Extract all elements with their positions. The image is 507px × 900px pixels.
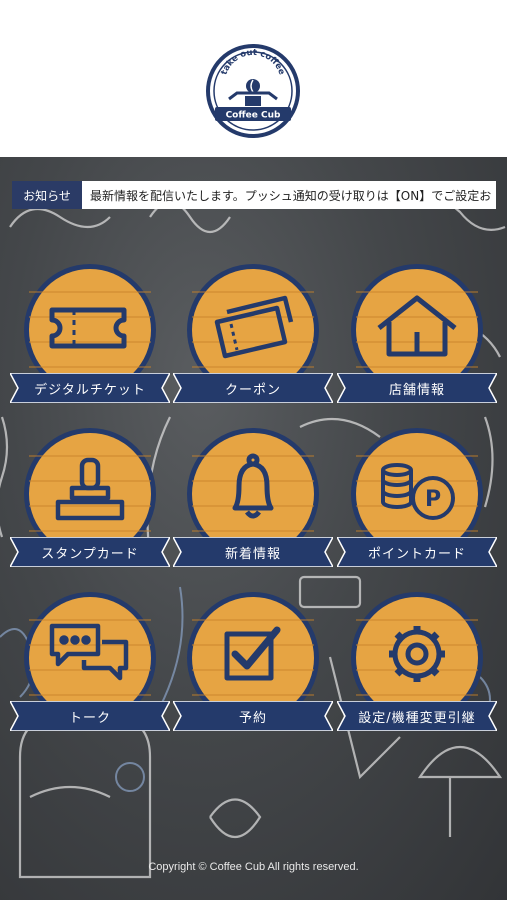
notice-marquee-text: 最新情報を配信いたします。プッシュ通知の受け取りは【ON】でご設定お [90, 188, 492, 203]
menu-label: 予約 [238, 710, 267, 726]
menu-label: トーク [68, 710, 111, 726]
menu-label: 新着情報 [224, 546, 281, 562]
menu-talk-button[interactable]: トーク [10, 590, 170, 740]
menu-settings-button[interactable]: 設定/機種変更引継 [337, 590, 497, 740]
menu-stamp-card-button[interactable]: スタンプカード [10, 426, 170, 576]
ribbon-banner: ポイントカード [337, 537, 497, 567]
menu-label: スタンプカード [41, 546, 139, 562]
menu-label: 店舗情報 [388, 382, 445, 398]
menu-digital-ticket-button[interactable]: デジタルチケット [10, 262, 170, 412]
svg-text:P: P [425, 487, 441, 512]
menu-label: クーポン [224, 382, 281, 398]
menu-label: 設定/機種変更引継 [358, 710, 476, 726]
ribbon-banner: クーポン [173, 373, 333, 403]
menu-point-card-button[interactable]: P ポイントカード [337, 426, 497, 576]
ribbon-banner: 予約 [173, 701, 333, 731]
notice-bar[interactable]: お知らせ 最新情報を配信いたします。プッシュ通知の受け取りは【ON】でご設定お [12, 181, 496, 209]
ribbon-banner: 設定/機種変更引継 [337, 701, 497, 731]
app-header: take out coffee Coffee Cub [0, 0, 507, 157]
menu-label: デジタルチケット [34, 382, 146, 398]
menu-store-info-button[interactable]: 店舗情報 [337, 262, 497, 412]
ribbon-banner: スタンプカード [10, 537, 170, 567]
logo-brand-text: Coffee Cub [226, 111, 281, 121]
ribbon-banner: 新着情報 [173, 537, 333, 567]
menu-news-button[interactable]: 新着情報 [173, 426, 333, 576]
menu-label: ポイントカード [367, 546, 466, 562]
ribbon-banner: 店舗情報 [337, 373, 497, 403]
notice-label: お知らせ [12, 181, 82, 209]
coffee-cub-logo: take out coffee Coffee Cub [206, 44, 300, 138]
copyright-text: Copyright © Coffee Cub All rights reserv… [148, 861, 359, 873]
menu-coupon-button[interactable]: クーポン [173, 262, 333, 412]
ribbon-banner: トーク [10, 701, 170, 731]
menu-reservation-button[interactable]: 予約 [173, 590, 333, 740]
ribbon-banner: デジタルチケット [10, 373, 170, 403]
